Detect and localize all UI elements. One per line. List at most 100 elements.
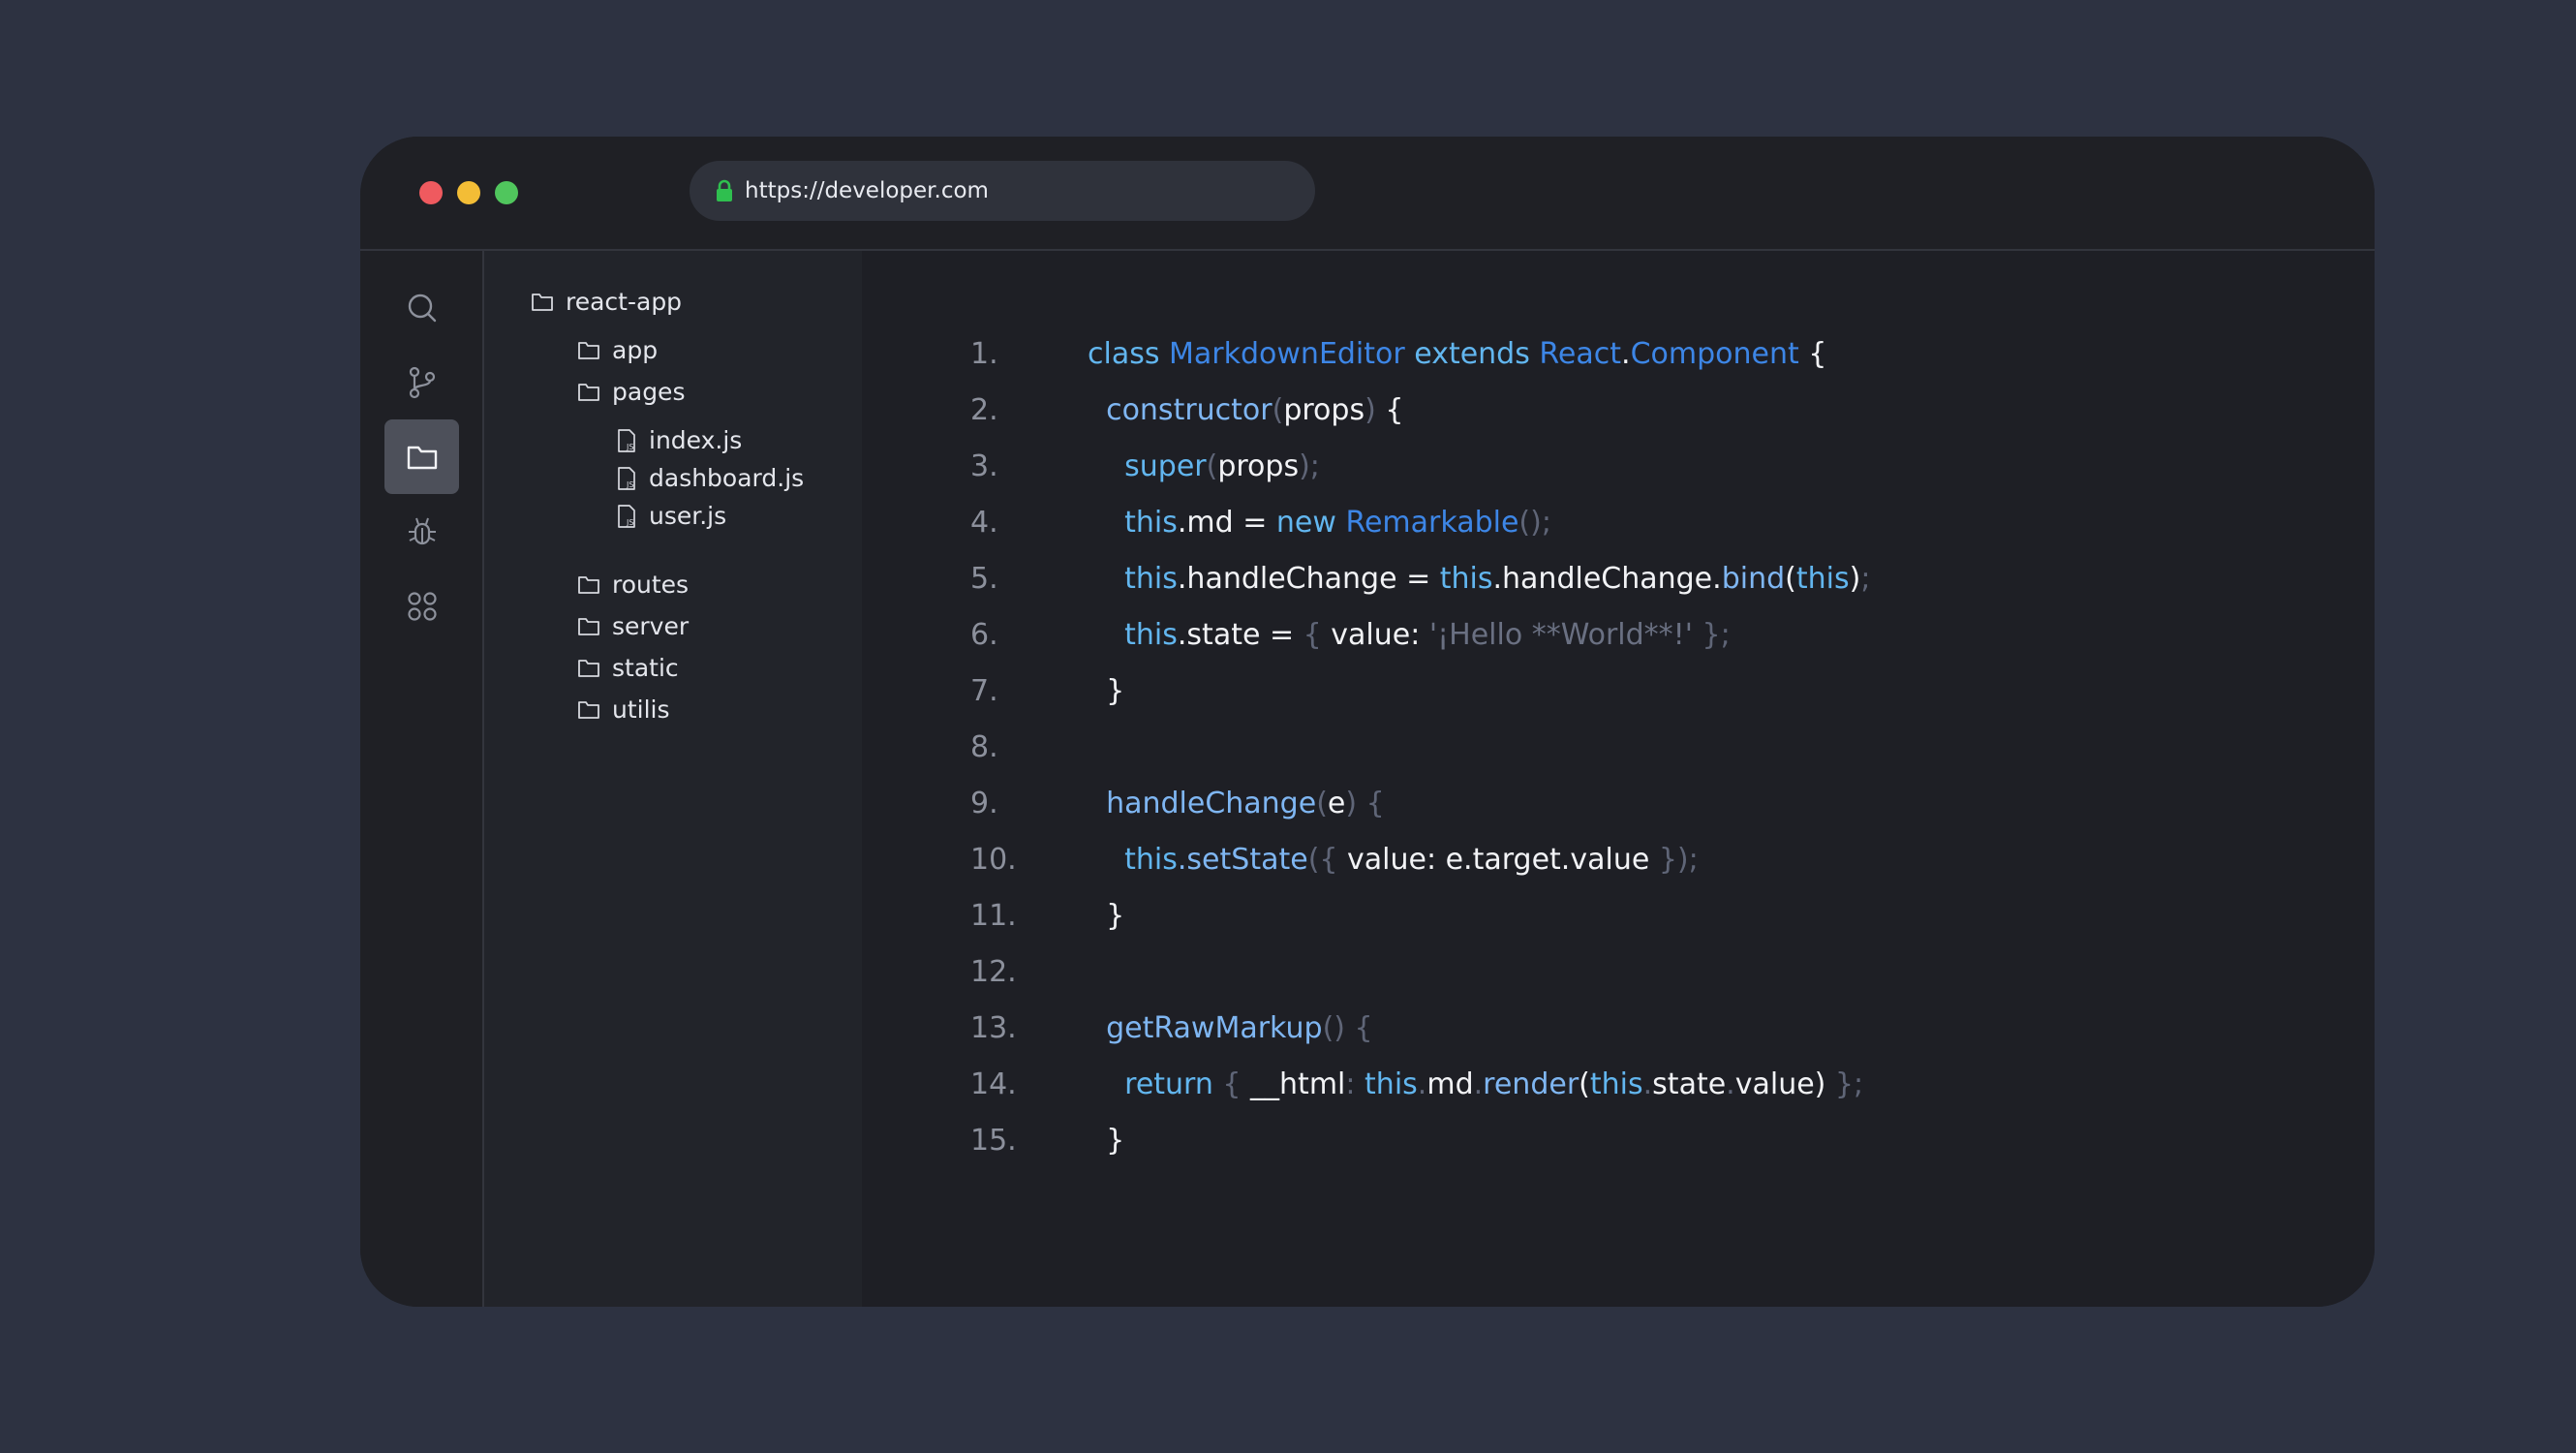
code-editor[interactable]: 1.class MarkdownEditor extends React.Com…	[862, 251, 2375, 1307]
folder-icon	[531, 292, 554, 313]
close-window-button[interactable]	[419, 181, 443, 204]
code-token: ) {	[1345, 787, 1384, 820]
code-token: )	[1365, 393, 1385, 427]
folder-icon	[577, 574, 600, 596]
code-text: constructor(props) {	[1088, 383, 1403, 439]
line-number: 5.	[970, 551, 998, 607]
tree-folder-server[interactable]: server	[577, 612, 689, 640]
extensions-icon	[405, 589, 440, 624]
code-token: this	[1590, 1067, 1643, 1101]
debug-icon	[405, 514, 440, 549]
tree-folder-app[interactable]: app	[577, 336, 658, 364]
folder-icon	[577, 340, 600, 361]
code-token: super	[1088, 449, 1207, 483]
code-token: this	[1088, 506, 1178, 540]
code-token: {	[1303, 618, 1332, 652]
code-token: .	[1726, 1067, 1735, 1101]
tree-folder-routes[interactable]: routes	[577, 571, 689, 599]
activity-source-control-button[interactable]	[384, 345, 459, 419]
line-number: 4.	[970, 495, 998, 551]
code-token: .	[1643, 1067, 1653, 1101]
line-number: 2.	[970, 383, 998, 439]
code-text: getRawMarkup() {	[1088, 1001, 1373, 1057]
code-text: this.md = new Remarkable();	[1088, 495, 1551, 551]
title-bar: https://developer.com	[360, 137, 2375, 251]
activity-extensions-button[interactable]	[384, 569, 459, 643]
code-token: this	[1088, 562, 1178, 596]
line-number: 11.	[970, 888, 1017, 944]
folder-icon	[577, 616, 600, 637]
code-text: super(props);	[1088, 439, 1320, 495]
tree-folder-static[interactable]: static	[577, 654, 679, 682]
minimize-window-button[interactable]	[457, 181, 480, 204]
file-explorer: react-app app pages JS index.js JS dashb…	[484, 251, 862, 1307]
address-bar[interactable]: https://developer.com	[690, 161, 1315, 221]
tree-file-user[interactable]: JS user.js	[616, 502, 726, 530]
activity-debug-button[interactable]	[384, 494, 459, 569]
code-token: (	[1785, 562, 1796, 596]
code-token: render	[1483, 1067, 1579, 1101]
code-token: )	[1850, 562, 1861, 596]
js-file-icon: JS	[616, 504, 637, 529]
code-token: ({	[1308, 843, 1347, 877]
code-text: this.setState({ value: e.target.value })…	[1088, 832, 1699, 888]
code-token: {	[1808, 337, 1826, 371]
code-token: React	[1539, 337, 1621, 371]
code-token: md	[1426, 1067, 1473, 1101]
maximize-window-button[interactable]	[495, 181, 518, 204]
code-token: {	[1385, 393, 1403, 427]
tree-folder-root[interactable]: react-app	[531, 288, 682, 316]
lock-icon	[715, 179, 734, 202]
code-token: bind	[1722, 562, 1785, 596]
activity-bar	[360, 251, 484, 1307]
code-token: '¡Hello **World**!'	[1429, 618, 1702, 652]
code-token: .handleChange =	[1178, 562, 1440, 596]
code-token: {	[1222, 1067, 1250, 1101]
code-token: .	[1621, 337, 1631, 371]
code-token: .md =	[1178, 506, 1276, 540]
tree-folder-pages[interactable]: pages	[577, 378, 685, 406]
code-text: this.state = { value: '¡Hello **World**!…	[1088, 607, 1731, 664]
code-token: extends	[1414, 337, 1539, 371]
code-token: e	[1328, 787, 1345, 820]
code-token: });	[1659, 843, 1699, 877]
code-text: this.handleChange = this.handleChange.bi…	[1088, 551, 1870, 607]
line-number: 13.	[970, 1001, 1017, 1057]
folder-icon	[577, 658, 600, 679]
code-token: getRawMarkup	[1088, 1011, 1323, 1045]
search-icon	[405, 291, 440, 325]
code-token: __html	[1250, 1067, 1345, 1101]
code-token: handleChange	[1088, 787, 1316, 820]
code-token: props	[1217, 449, 1299, 483]
code-text: return { __html: this.md.render(this.sta…	[1088, 1057, 1863, 1113]
code-token: value:	[1331, 618, 1429, 652]
code-token: (	[1579, 1067, 1590, 1101]
code-token: }	[1088, 674, 1124, 708]
code-token: this	[1796, 562, 1850, 596]
code-token: ();	[1518, 506, 1551, 540]
browser-window: https://developer.com	[360, 137, 2375, 1307]
folder-icon	[405, 440, 440, 475]
code-token: () {	[1323, 1011, 1373, 1045]
code-token: this	[1088, 843, 1178, 877]
code-token: .	[1418, 1067, 1427, 1101]
code-token: (	[1273, 393, 1284, 427]
line-number: 10.	[970, 832, 1017, 888]
code-token: this	[1365, 1067, 1418, 1101]
activity-search-button[interactable]	[384, 270, 459, 345]
line-number: 7.	[970, 664, 998, 720]
url-text: https://developer.com	[745, 161, 989, 221]
code-token: .handleChange.	[1493, 562, 1722, 596]
tree-file-dashboard[interactable]: JS dashboard.js	[616, 464, 804, 492]
code-token: constructor	[1088, 393, 1273, 427]
tree-file-index[interactable]: JS index.js	[616, 426, 742, 454]
activity-explorer-button[interactable]	[384, 419, 459, 494]
svg-text:JS: JS	[626, 443, 633, 451]
code-token: this	[1440, 562, 1493, 596]
code-token: value: e.target.value	[1347, 843, 1659, 877]
code-token: .	[1474, 1067, 1484, 1101]
tree-folder-utilis[interactable]: utilis	[577, 696, 670, 724]
code-token: };	[1702, 618, 1731, 652]
folder-icon	[577, 699, 600, 721]
line-number: 8.	[970, 720, 998, 776]
